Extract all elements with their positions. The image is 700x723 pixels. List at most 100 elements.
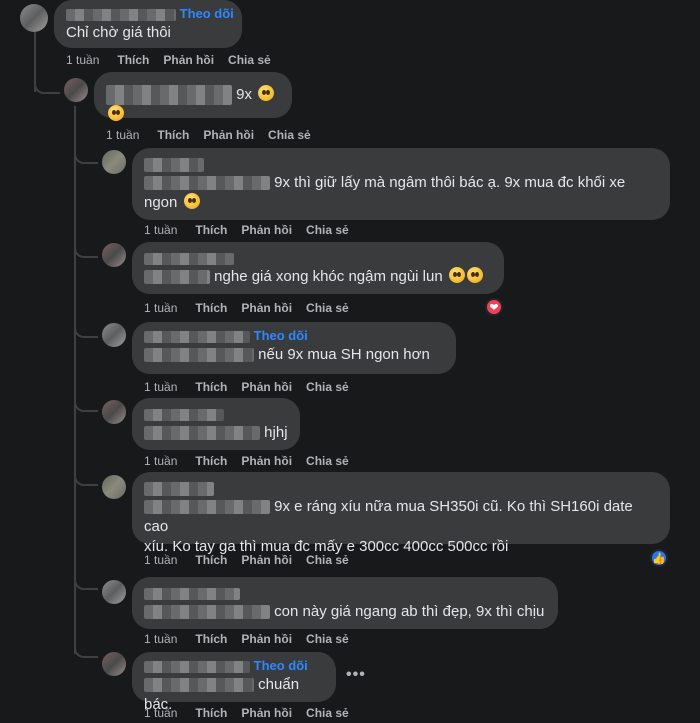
like-button[interactable]: Thích bbox=[157, 128, 189, 142]
share-button[interactable]: Chia sẻ bbox=[306, 632, 349, 646]
comment-actions: 1 tuần Thích Phản hồi Chia sẻ bbox=[144, 454, 363, 468]
comment-author[interactable]: Theo dõi bbox=[144, 327, 444, 345]
like-button[interactable]: Thích bbox=[195, 454, 227, 468]
comment-time[interactable]: 1 tuần bbox=[144, 380, 177, 394]
share-button[interactable]: Chia sẻ bbox=[306, 380, 349, 394]
comment-author[interactable] bbox=[144, 405, 288, 423]
avatar[interactable] bbox=[102, 400, 126, 424]
like-button[interactable]: Thích bbox=[195, 632, 227, 646]
like-button[interactable]: Thích bbox=[195, 706, 227, 720]
comment-actions: 1 tuần Thích Phản hồi Chia sẻ bbox=[106, 128, 325, 142]
reply-button[interactable]: Phản hồi bbox=[241, 553, 292, 567]
comment-time[interactable]: 1 tuần bbox=[66, 53, 99, 67]
text-blurred bbox=[144, 678, 254, 693]
comment-actions: 1 tuần Thích Phản hồi Chia sẻ bbox=[66, 53, 285, 67]
share-button[interactable]: Chia sẻ bbox=[228, 53, 271, 67]
follow-link[interactable]: Theo dõi bbox=[254, 658, 308, 673]
comment-text: nghe giá xong khóc ngậm ngùi lun bbox=[214, 268, 443, 285]
like-button[interactable]: Thích bbox=[195, 553, 227, 567]
pleading-emoji-icon bbox=[448, 267, 465, 283]
comment-bubble: con này giá ngang ab thì đẹp, 9x thì chị… bbox=[132, 577, 558, 629]
sad-emoji-icon bbox=[183, 193, 200, 209]
comment-time[interactable]: 1 tuần bbox=[144, 301, 177, 315]
comment-actions: 1 tuần Thích Phản hồi Chia sẻ bbox=[144, 223, 363, 237]
avatar[interactable] bbox=[102, 150, 126, 174]
comment-bubble: 9x e ráng xíu nữa mua SH350i cũ. Ko thì … bbox=[132, 472, 670, 555]
avatar[interactable] bbox=[20, 4, 48, 32]
comment-time[interactable]: 1 tuần bbox=[144, 454, 177, 468]
like-reaction-icon[interactable]: 👍 bbox=[650, 549, 668, 567]
comment-actions: 1 tuần Thích Phản hồi Chia sẻ bbox=[144, 301, 363, 315]
comment-time[interactable]: 1 tuần bbox=[144, 632, 177, 646]
share-button[interactable]: Chia sẻ bbox=[306, 706, 349, 720]
avatar[interactable] bbox=[102, 580, 126, 604]
avatar[interactable] bbox=[102, 323, 126, 347]
more-options-icon[interactable]: ••• bbox=[346, 666, 366, 684]
reply-button[interactable]: Phản hồi bbox=[241, 301, 292, 315]
pleading-emoji-icon bbox=[466, 267, 483, 283]
text-blurred bbox=[144, 176, 270, 191]
author-name-blurred bbox=[144, 252, 234, 265]
comment-time[interactable]: 1 tuần bbox=[106, 128, 139, 142]
share-button[interactable]: Chia sẻ bbox=[268, 128, 311, 142]
comment-actions: 1 tuần Thích Phản hồi Chia sẻ bbox=[144, 632, 363, 646]
like-button[interactable]: Thích bbox=[195, 301, 227, 315]
thread-elbow bbox=[34, 80, 60, 94]
reply-button[interactable]: Phản hồi bbox=[241, 454, 292, 468]
comment-actions: 1 tuần Thích Phản hồi Chia sẻ bbox=[144, 706, 363, 720]
text-blurred bbox=[144, 426, 260, 441]
comment-text-line2: ngon bbox=[144, 194, 178, 211]
comment-author[interactable]: Theo dõi bbox=[66, 5, 234, 23]
thread-elbow bbox=[74, 576, 98, 590]
comment-bubble: 9x bbox=[94, 72, 292, 122]
thread-elbow bbox=[74, 472, 98, 486]
author-name-blurred bbox=[144, 408, 224, 421]
comment-author[interactable] bbox=[144, 584, 546, 602]
comment-bubble: 9x thì giữ lấy mà ngâm thôi bác ạ. 9x mu… bbox=[132, 148, 670, 220]
share-button[interactable]: Chia sẻ bbox=[306, 301, 349, 315]
pleading-emoji-icon bbox=[108, 105, 124, 122]
like-button[interactable]: Thích bbox=[195, 223, 227, 237]
comment-text: nếu 9x mua SH ngon hơn bbox=[258, 346, 430, 363]
follow-link[interactable]: Theo dõi bbox=[180, 6, 234, 21]
comment-author[interactable]: Theo dõi bbox=[144, 657, 324, 675]
reply-button[interactable]: Phản hồi bbox=[163, 53, 214, 67]
avatar[interactable] bbox=[102, 475, 126, 499]
comment-time[interactable]: 1 tuần bbox=[144, 223, 177, 237]
text-blurred bbox=[144, 605, 270, 620]
reply-button[interactable]: Phản hồi bbox=[241, 632, 292, 646]
thread-elbow bbox=[74, 644, 98, 658]
comment-bubble: Theo dõi nếu 9x mua SH ngon hơn bbox=[132, 322, 456, 374]
text-blurred bbox=[144, 500, 270, 515]
reply-button[interactable]: Phản hồi bbox=[241, 706, 292, 720]
comment-time[interactable]: 1 tuần bbox=[144, 706, 177, 720]
reply-button[interactable]: Phản hồi bbox=[203, 128, 254, 142]
heart-reaction-icon[interactable]: ❤ bbox=[485, 298, 503, 316]
share-button[interactable]: Chia sẻ bbox=[306, 454, 349, 468]
share-button[interactable]: Chia sẻ bbox=[306, 553, 349, 567]
follow-link[interactable]: Theo dõi bbox=[254, 328, 308, 343]
author-name-blurred bbox=[144, 330, 250, 343]
comment-text: Chỉ chờ giá thôi bbox=[66, 24, 171, 41]
comment-author[interactable] bbox=[144, 479, 658, 497]
avatar[interactable] bbox=[102, 243, 126, 267]
avatar[interactable] bbox=[102, 652, 126, 676]
author-name-blurred bbox=[144, 481, 214, 496]
text-blurred bbox=[144, 270, 210, 285]
reply-button[interactable]: Phản hồi bbox=[241, 380, 292, 394]
share-button[interactable]: Chia sẻ bbox=[306, 223, 349, 237]
avatar[interactable] bbox=[64, 78, 88, 102]
comment-author[interactable] bbox=[144, 249, 492, 267]
author-name-blurred bbox=[144, 660, 250, 673]
comment-author[interactable] bbox=[144, 155, 658, 173]
like-button[interactable]: Thích bbox=[117, 53, 149, 67]
thread-elbow bbox=[74, 244, 98, 258]
like-button[interactable]: Thích bbox=[195, 380, 227, 394]
comment-text: 9x bbox=[236, 86, 253, 103]
comment-bubble: Theo dõi chuẩn bác. bbox=[132, 652, 336, 713]
comment-time[interactable]: 1 tuần bbox=[144, 553, 177, 567]
comment-actions: 1 tuần Thích Phản hồi Chia sẻ bbox=[144, 553, 363, 567]
reply-button[interactable]: Phản hồi bbox=[241, 223, 292, 237]
comment-text: con này giá ngang ab thì đẹp, 9x thì chị… bbox=[274, 603, 545, 620]
author-name-blurred bbox=[144, 157, 204, 172]
